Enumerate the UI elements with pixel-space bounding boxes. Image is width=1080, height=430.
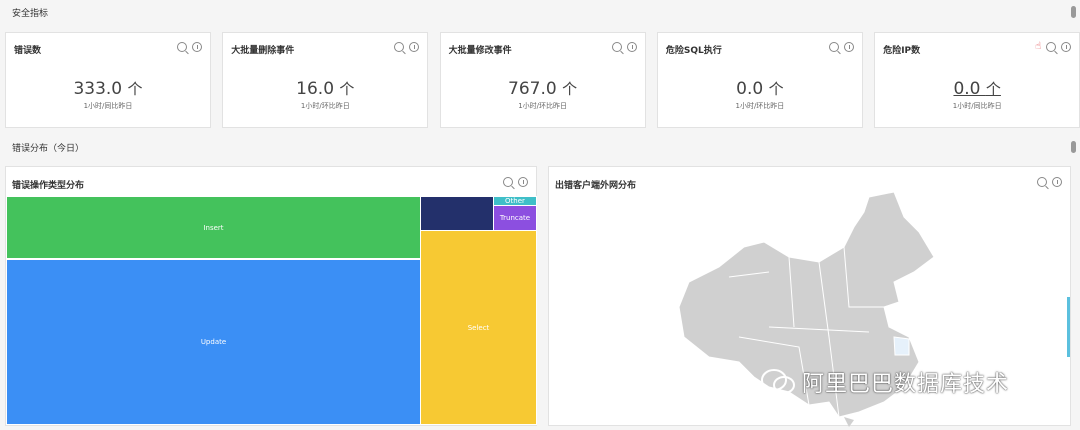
card-value: 333.0 个	[6, 78, 210, 99]
card-title: 大批量删除事件	[231, 46, 295, 56]
value-number: 333.0	[73, 79, 123, 99]
metric-card: 危险SQL执行 0.0 个 1小时/环比昨日	[656, 32, 863, 128]
card-value: 16.0 个	[223, 78, 427, 99]
clock-icon[interactable]	[843, 42, 854, 52]
zoom-icon[interactable]	[394, 42, 405, 52]
clock-icon[interactable]	[518, 177, 528, 187]
zoom-icon[interactable]	[828, 42, 839, 52]
treemap-panel: 错误操作类型分布 Insert Update Other Truncate Se…	[5, 166, 537, 426]
watermark-text: 阿里巴巴数据库技术	[802, 372, 1010, 397]
clock-icon[interactable]	[1052, 177, 1062, 187]
zoom-icon[interactable]	[1046, 42, 1057, 52]
scrollbar[interactable]	[1071, 6, 1076, 18]
value-unit: 个	[127, 80, 143, 98]
hand-pointer-icon[interactable]: ☝	[1035, 42, 1041, 52]
card-title: 危险SQL执行	[665, 46, 722, 56]
value-unit: 个	[339, 80, 355, 98]
panel-title: 错误操作类型分布	[12, 181, 85, 191]
panel-title: 出错客户端外网分布	[555, 181, 637, 191]
clock-icon[interactable]	[1061, 42, 1072, 52]
zoom-icon[interactable]	[177, 42, 187, 52]
zoom-icon[interactable]	[1037, 177, 1047, 187]
card-value: 0.0 个	[658, 78, 862, 99]
card-title: 错误数	[14, 46, 42, 56]
card-subtitle: 1小时/同比昨日	[952, 102, 1002, 110]
clock-icon[interactable]	[626, 42, 637, 52]
treemap-cell-update[interactable]: Update	[6, 259, 421, 425]
zoom-icon[interactable]	[611, 42, 622, 52]
card-title: 大批量修改事件	[448, 46, 512, 56]
scrollbar[interactable]	[1071, 141, 1076, 153]
section-errors-title: 错误分布（今日）	[12, 144, 85, 154]
section-security-title: 安全指标	[12, 9, 49, 19]
card-subtitle: 1小时/同比昨日	[83, 102, 133, 110]
card-subtitle: 1小时/环比昨日	[518, 102, 567, 110]
value-number: 0.0	[736, 79, 764, 99]
value-unit: 个	[768, 80, 784, 98]
metric-card: 大批量修改事件 767.0 个 1小时/环比昨日	[439, 32, 646, 128]
side-handle[interactable]	[1067, 297, 1070, 357]
clock-icon[interactable]	[192, 42, 202, 52]
treemap-cell-truncate[interactable]: Truncate	[493, 205, 537, 231]
value-unit: 个	[985, 80, 1001, 98]
value-unit: 个	[562, 80, 578, 98]
metric-card: 错误数 333.0 个 1小时/同比昨日	[5, 32, 211, 128]
value-number: 16.0	[296, 79, 335, 99]
metric-card: 危险IP数 ☝ 0.0 个 1小时/同比昨日	[874, 32, 1080, 128]
value-number: 0.0	[953, 79, 981, 99]
clock-icon[interactable]	[409, 42, 420, 52]
wechat-icon	[761, 369, 795, 394]
card-value: 767.0 个	[441, 78, 645, 99]
card-value[interactable]: 0.0 个	[875, 78, 1079, 99]
treemap-cell-unnamed[interactable]	[420, 196, 494, 231]
card-subtitle: 1小时/环比昨日	[300, 102, 350, 110]
treemap-cell-select[interactable]: Select	[420, 230, 537, 425]
watermark: 阿里巴巴数据库技术	[760, 366, 1009, 398]
zoom-icon[interactable]	[503, 177, 513, 187]
value-number: 767.0	[508, 79, 557, 99]
metric-card: 大批量删除事件 16.0 个 1小时/环比昨日	[222, 32, 429, 128]
card-subtitle: 1小时/环比昨日	[735, 102, 785, 110]
card-title: 危险IP数	[883, 46, 921, 56]
treemap-cell-insert[interactable]: Insert	[6, 196, 421, 259]
